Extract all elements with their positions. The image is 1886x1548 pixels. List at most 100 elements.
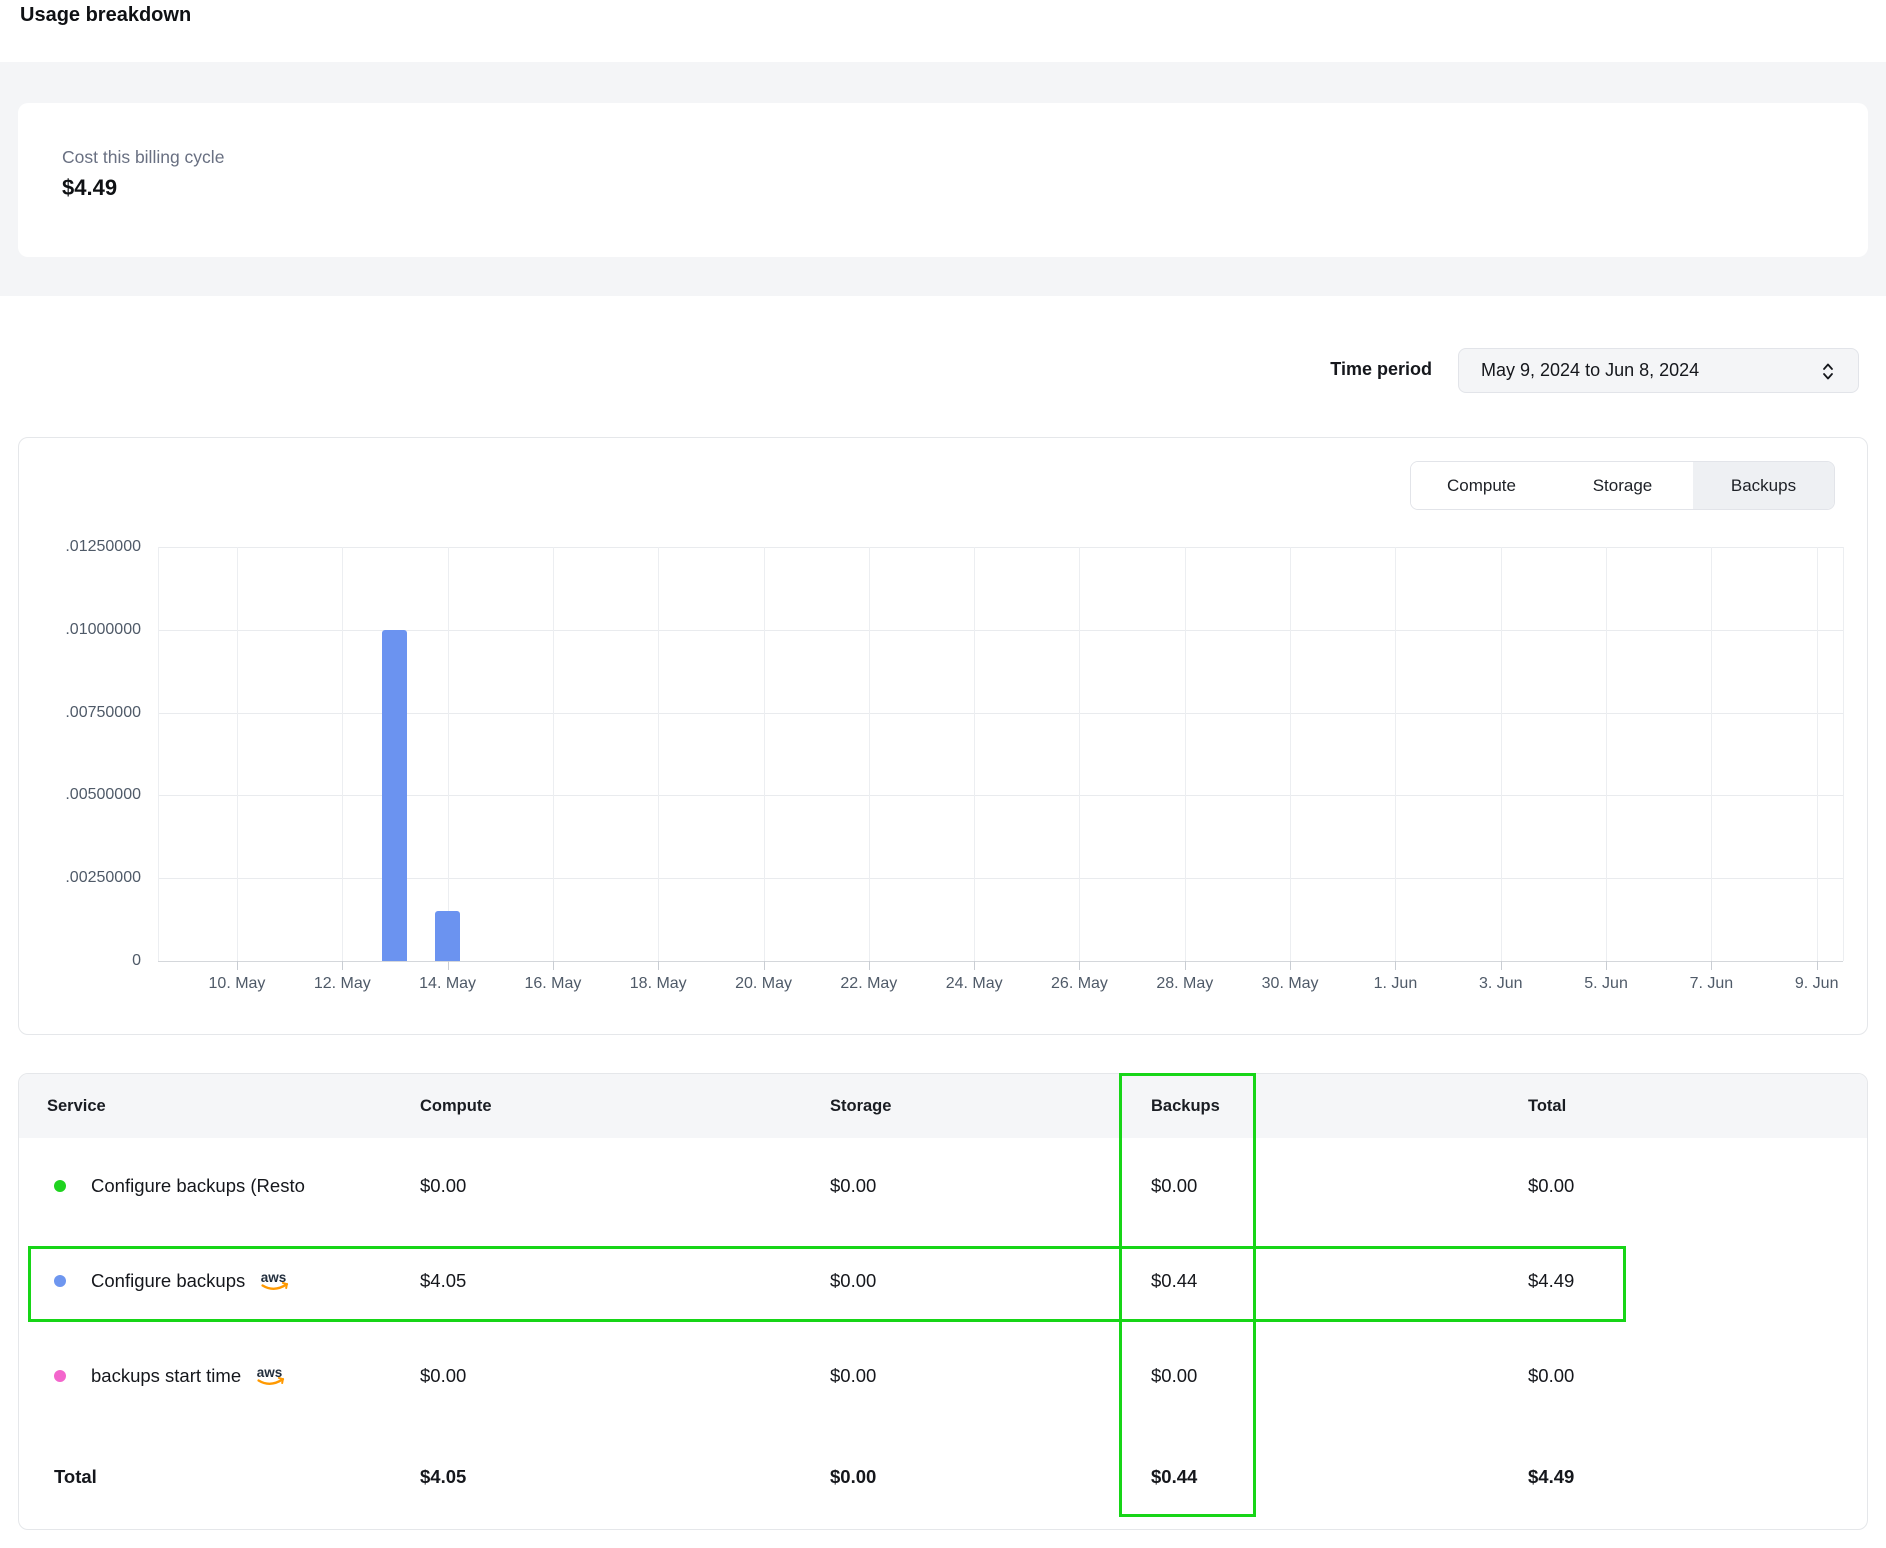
x-axis-tick <box>553 961 554 970</box>
service-label: Configure backups <box>91 1270 245 1292</box>
cell-storage: $0.00 <box>802 1365 1123 1387</box>
table-row: Configure backupsaws$4.05$0.00$0.44$4.49 <box>19 1233 1867 1328</box>
service-color-dot <box>54 1275 66 1287</box>
chart-tab-backups[interactable]: Backups <box>1693 462 1834 509</box>
x-axis-tick <box>1290 961 1291 970</box>
service-label: Configure backups (Resto <box>91 1175 305 1197</box>
time-period-select[interactable]: May 9, 2024 to Jun 8, 2024 <box>1458 348 1859 393</box>
x-axis-tick <box>764 961 765 970</box>
x-axis-tick <box>1185 961 1186 970</box>
cell-backups: $0.44 <box>1123 1270 1500 1292</box>
cost-cycle-label: Cost this billing cycle <box>62 147 224 168</box>
x-tick-label: 7. Jun <box>1656 975 1766 993</box>
service-label: backups start time <box>91 1365 241 1387</box>
cell-compute: $0.00 <box>392 1175 802 1197</box>
x-tick-label: 14. May <box>393 975 503 993</box>
column-header-backups: Backups <box>1123 1074 1500 1138</box>
usage-bar-14may <box>435 911 460 961</box>
aws-icon: aws <box>255 1363 291 1391</box>
x-tick-label: 26. May <box>1024 975 1134 993</box>
column-header-storage: Storage <box>802 1074 1123 1138</box>
time-period-value: May 9, 2024 to Jun 8, 2024 <box>1481 360 1699 381</box>
gridline-v <box>1395 547 1396 961</box>
gridline-v <box>1501 547 1502 961</box>
gridline-v <box>1290 547 1291 961</box>
x-axis-tick <box>1606 961 1607 970</box>
gridline-h <box>158 630 1843 631</box>
usage-table-body: Configure backups (Resto$0.00$0.00$0.00$… <box>19 1138 1867 1530</box>
x-axis-tick <box>342 961 343 970</box>
x-tick-label: 10. May <box>182 975 292 993</box>
column-header-total: Total <box>1500 1074 1867 1138</box>
x-tick-label: 12. May <box>287 975 397 993</box>
column-header-service: Service <box>19 1074 392 1138</box>
table-total-row: Total$4.05$0.00$0.44$4.49 <box>19 1423 1867 1530</box>
service-color-dot <box>54 1370 66 1382</box>
chevrons-up-down-icon <box>1820 361 1836 387</box>
gridline-v <box>764 547 765 961</box>
y-tick-label: .00750000 <box>19 704 141 722</box>
x-axis-tick <box>869 961 870 970</box>
x-axis-tick <box>1501 961 1502 970</box>
service-color-dot <box>54 1180 66 1192</box>
chart-tab-compute[interactable]: Compute <box>1411 462 1552 509</box>
billing-cost-card: Cost this billing cycle $4.49 <box>18 103 1868 257</box>
total-cell-backups: $0.44 <box>1123 1466 1500 1488</box>
x-tick-label: 24. May <box>919 975 1029 993</box>
gridline-v <box>1185 547 1186 961</box>
usage-table-card: ServiceComputeStorageBackupsTotal Config… <box>18 1073 1868 1530</box>
x-axis-tick <box>448 961 449 970</box>
aws-icon: aws <box>259 1268 295 1296</box>
usage-bar-chart <box>158 547 1843 961</box>
gridline-v <box>869 547 870 961</box>
usage-chart-card: ComputeStorageBackups .01250000 .01000000… <box>18 437 1868 1035</box>
billing-summary-band: Cost this billing cycle $4.49 <box>0 62 1886 296</box>
cell-compute: $0.00 <box>392 1365 802 1387</box>
usage-bar-13may <box>382 630 407 961</box>
x-tick-label: 20. May <box>709 975 819 993</box>
page-title: Usage breakdown <box>20 4 191 27</box>
table-row: Configure backups (Resto$0.00$0.00$0.00$… <box>19 1138 1867 1233</box>
usage-table-header: ServiceComputeStorageBackupsTotal <box>19 1074 1867 1138</box>
x-axis-tick <box>1711 961 1712 970</box>
gridline-h <box>158 547 1843 548</box>
service-cell: Configure backups (Resto <box>19 1175 392 1197</box>
service-cell: Configure backups aws <box>19 1265 392 1296</box>
cost-cycle-amount: $4.49 <box>62 175 117 201</box>
gridline-v <box>158 547 159 961</box>
cell-backups: $0.00 <box>1123 1175 1500 1197</box>
y-tick-label: .01000000 <box>19 621 141 639</box>
gridline-h <box>158 795 1843 796</box>
y-tick-label: .01250000 <box>19 538 141 556</box>
x-tick-label: 5. Jun <box>1551 975 1661 993</box>
gridline-v <box>1817 547 1818 961</box>
gridline-v <box>237 547 238 961</box>
x-axis-tick <box>974 961 975 970</box>
gridline-v <box>1079 547 1080 961</box>
x-tick-label: 1. Jun <box>1340 975 1450 993</box>
cell-total: $0.00 <box>1500 1175 1867 1197</box>
x-axis-tick <box>1079 961 1080 970</box>
chart-series-tabs: ComputeStorageBackups <box>1410 461 1835 510</box>
x-tick-label: 30. May <box>1235 975 1345 993</box>
x-tick-label: 3. Jun <box>1446 975 1556 993</box>
gridline-h <box>158 878 1843 879</box>
table-row: backups start timeaws$0.00$0.00$0.00$0.0… <box>19 1328 1867 1423</box>
gridline-v <box>658 547 659 961</box>
x-axis-tick <box>658 961 659 970</box>
x-tick-label: 18. May <box>603 975 713 993</box>
column-header-compute: Compute <box>392 1074 802 1138</box>
cell-total: $0.00 <box>1500 1365 1867 1387</box>
service-cell: backups start time aws <box>19 1360 392 1391</box>
chart-tab-storage[interactable]: Storage <box>1552 462 1693 509</box>
x-tick-label: 9. Jun <box>1762 975 1872 993</box>
cell-storage: $0.00 <box>802 1270 1123 1292</box>
gridline-h <box>158 713 1843 714</box>
y-tick-label: 0 <box>19 952 141 970</box>
gridline-v <box>342 547 343 961</box>
gridline-v <box>974 547 975 961</box>
y-tick-label: .00500000 <box>19 786 141 804</box>
usage-breakdown-page: Usage breakdown Cost this billing cycle … <box>0 0 1886 1548</box>
gridline-h <box>158 961 1843 962</box>
x-axis-tick <box>1395 961 1396 970</box>
